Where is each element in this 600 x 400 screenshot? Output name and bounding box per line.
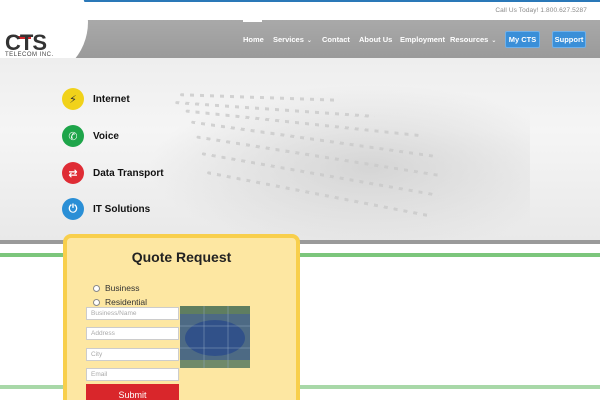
chevron-down-icon: ⌄ (491, 38, 497, 44)
service-voice[interactable]: ✆ Voice (62, 125, 119, 147)
coverage-map (180, 306, 250, 368)
utility-bar: Call Us Today! 1.800.627.5287 (0, 2, 600, 20)
my-cts-button[interactable]: My CTS (505, 31, 540, 48)
email-input[interactable]: Email (86, 368, 179, 381)
radio-residential[interactable]: Residential (93, 297, 147, 307)
map-graphic (180, 306, 250, 368)
submit-button[interactable]: Submit (86, 384, 179, 400)
radio-business[interactable]: Business (93, 283, 140, 293)
nav-active-indicator (243, 20, 262, 22)
call-us-text[interactable]: Call Us Today! 1.800.627.5287 (495, 7, 587, 14)
service-label: Voice (93, 130, 119, 142)
address-input[interactable]: Address (86, 327, 179, 340)
city-input[interactable]: City (86, 348, 179, 361)
service-label: Internet (93, 93, 130, 105)
phone-icon: ✆ (62, 125, 84, 147)
bolt-icon: ⚡ (62, 88, 84, 110)
service-data-transport[interactable]: ⇄ Data Transport (62, 162, 164, 184)
quote-title: Quote Request (131, 249, 232, 265)
radio-label: Residential (105, 297, 148, 307)
chevron-down-icon: ⌄ (306, 38, 312, 44)
nav-employment[interactable]: Employment (400, 35, 445, 44)
service-label: Data Transport (93, 167, 164, 179)
service-it-solutions[interactable]: ⏻ IT Solutions (62, 198, 150, 220)
radio-circle[interactable] (93, 284, 100, 292)
nav-home[interactable]: Home (243, 35, 264, 44)
nav-services[interactable]: Services ⌄ (273, 35, 312, 44)
nav-about-us[interactable]: About Us (359, 35, 392, 44)
power-icon: ⏻ (62, 198, 84, 220)
radio-label: Business (105, 283, 140, 293)
service-label: IT Solutions (93, 203, 151, 215)
nav-contact[interactable]: Contact (322, 35, 350, 44)
radio-circle[interactable] (93, 298, 100, 306)
swap-arrows-icon: ⇄ (62, 162, 84, 184)
support-button[interactable]: Support (552, 31, 586, 48)
service-internet[interactable]: ⚡ Internet (62, 88, 130, 110)
business-name-input[interactable]: Business/Name (86, 307, 179, 320)
nav-resources[interactable]: Resources ⌄ (450, 35, 496, 44)
